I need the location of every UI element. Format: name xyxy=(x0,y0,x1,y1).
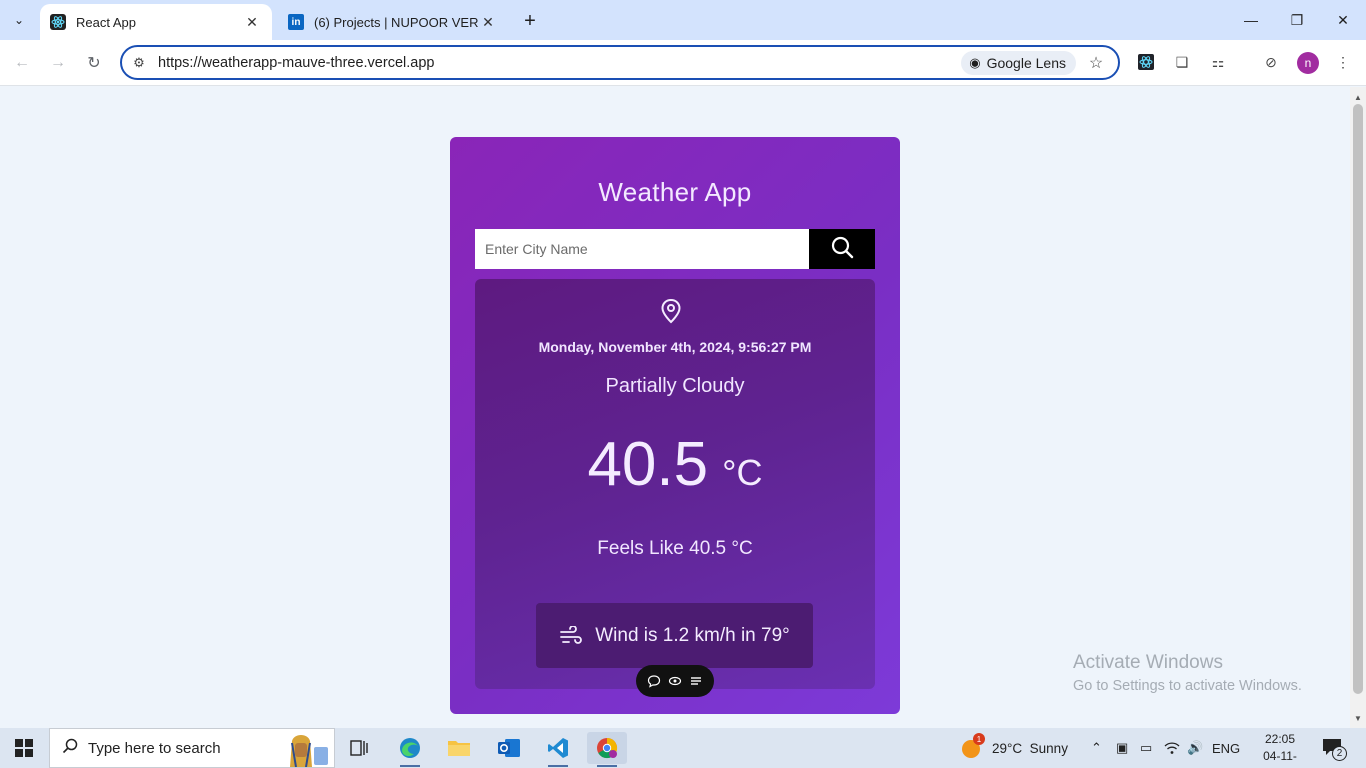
profile-avatar[interactable]: n xyxy=(1297,52,1319,74)
battery-icon[interactable]: ▭ xyxy=(1140,728,1152,768)
site-settings-icon[interactable]: ⚙ xyxy=(130,55,148,71)
lens-label: Google Lens xyxy=(986,54,1066,71)
tab-title: React App xyxy=(76,14,136,30)
feels-like: Feels Like 40.5 °C xyxy=(597,538,753,559)
wind-info: Wind is 1.2 km/h in 79° xyxy=(536,603,813,668)
close-window-icon[interactable]: ✕ xyxy=(1320,0,1366,40)
search-icon xyxy=(830,235,854,264)
temperature-unit: °C xyxy=(722,452,763,493)
wind-text: Wind is 1.2 km/h in 79° xyxy=(595,624,790,646)
lens-icon: ◉ xyxy=(969,54,981,70)
minimize-icon[interactable]: — xyxy=(1228,0,1274,40)
clock-time: 22:05 xyxy=(1264,732,1296,746)
scroll-thumb[interactable] xyxy=(1353,104,1363,694)
scroll-up-arrow-icon[interactable]: ▲ xyxy=(1350,89,1366,105)
page-scrollbar[interactable]: ▲ ▼ xyxy=(1350,87,1366,728)
page-viewport: Weather App Monday, November 4th, 2024, … xyxy=(0,87,1350,728)
search-button[interactable] xyxy=(809,229,875,269)
weather-text: 29°C Sunny xyxy=(992,740,1068,756)
file-explorer-icon[interactable] xyxy=(439,732,479,764)
reload-icon[interactable]: ↻ xyxy=(81,50,107,76)
extension-icon[interactable]: ❏ xyxy=(1170,50,1194,74)
close-tab-icon[interactable]: ✕ xyxy=(242,12,262,32)
bookmark-star-icon[interactable]: ☆ xyxy=(1084,53,1108,73)
scroll-down-arrow-icon[interactable]: ▼ xyxy=(1350,710,1366,726)
puzzle-extensions-icon[interactable]: ⚏ xyxy=(1206,50,1230,74)
notification-count-badge: 2 xyxy=(1332,746,1347,761)
weather-condition: Partially Cloudy xyxy=(605,375,745,397)
taskbar-search-box[interactable]: Type here to search xyxy=(49,728,335,768)
menu-lines-icon[interactable] xyxy=(689,674,703,688)
weather-alert-badge: 1 xyxy=(973,733,985,745)
search-icon xyxy=(62,738,78,758)
google-lens-button[interactable]: ◉ Google Lens xyxy=(961,50,1076,75)
windows-start-button[interactable] xyxy=(0,728,48,768)
pharaoh-search-highlight-icon xyxy=(272,731,330,768)
volume-icon[interactable]: 🔊 xyxy=(1187,728,1203,768)
eye-icon[interactable] xyxy=(668,674,682,688)
comment-icon[interactable] xyxy=(647,674,661,688)
chrome-icon[interactable] xyxy=(587,732,627,767)
show-hidden-icons-chevron-icon[interactable]: ⌃ xyxy=(1091,728,1102,768)
react-icon xyxy=(50,14,66,30)
clock-date: 04-11-2024 xyxy=(1263,749,1297,768)
react-devtools-extension-icon[interactable] xyxy=(1134,50,1158,74)
browser-tab-strip: ⌄ React App ✕ in (6) Projects | NUPOOR V… xyxy=(0,0,1366,40)
weather-card: Weather App Monday, November 4th, 2024, … xyxy=(450,137,900,714)
sun-icon: 1 xyxy=(960,733,985,759)
meet-now-icon[interactable]: ▣ xyxy=(1116,728,1128,768)
notification-center-icon[interactable]: 2 xyxy=(1322,738,1348,761)
input-language[interactable]: ENG xyxy=(1212,728,1240,768)
tab-search-chevron-icon[interactable]: ⌄ xyxy=(6,8,32,32)
watermark-subtitle: Go to Settings to activate Windows. xyxy=(1073,678,1302,694)
app-title: Weather App xyxy=(598,177,752,207)
task-view-icon[interactable] xyxy=(340,732,380,764)
location-pin-icon xyxy=(658,297,684,325)
temperature-value: 40.5 xyxy=(587,430,709,499)
tab-linkedin-projects[interactable]: in (6) Projects | NUPOOR VERMA | ✕ xyxy=(278,4,508,40)
windows-taskbar: Type here to search 1 29°C Sunny ⌃ ▣ ▭ 🔊… xyxy=(0,728,1366,768)
date-time: Monday, November 4th, 2024, 9:56:27 PM xyxy=(538,339,812,355)
forward-icon[interactable]: → xyxy=(45,50,71,76)
new-tab-button[interactable]: + xyxy=(518,9,542,33)
weather-details-panel: Monday, November 4th, 2024, 9:56:27 PM P… xyxy=(475,279,875,689)
taskbar-search-placeholder: Type here to search xyxy=(88,739,221,757)
browser-toolbar: ← → ↻ ⚙ https://weatherapp-mauve-three.v… xyxy=(0,40,1366,86)
city-search-input[interactable] xyxy=(475,229,809,269)
watermark-title: Activate Windows xyxy=(1073,652,1223,673)
close-tab-icon[interactable]: ✕ xyxy=(478,12,498,32)
outlook-icon[interactable] xyxy=(489,732,529,764)
performance-icon[interactable]: ⊘ xyxy=(1259,50,1283,74)
restore-icon[interactable]: ❐ xyxy=(1274,0,1320,40)
tab-react-app[interactable]: React App ✕ xyxy=(40,4,272,40)
tab-title: (6) Projects | NUPOOR VERMA | xyxy=(314,14,478,30)
edge-browser-icon[interactable] xyxy=(390,732,430,767)
vscode-icon[interactable] xyxy=(538,732,578,767)
temperature-display: 40.5 °C xyxy=(475,429,875,500)
linkedin-icon: in xyxy=(288,14,304,30)
back-icon[interactable]: ← xyxy=(9,50,35,76)
activate-windows-watermark: Activate Windows Go to Settings to activ… xyxy=(1073,652,1302,694)
address-bar[interactable]: ⚙ https://weatherapp-mauve-three.vercel.… xyxy=(120,45,1120,80)
wind-icon xyxy=(559,625,583,646)
system-clock[interactable]: 22:05 04-11-2024 xyxy=(1250,731,1310,768)
floating-toolbar xyxy=(636,665,714,697)
weather-widget[interactable]: 1 29°C Sunny xyxy=(960,728,1068,768)
city-search-form xyxy=(475,229,875,269)
more-menu-icon[interactable]: ⋮ xyxy=(1331,50,1355,74)
wifi-icon[interactable] xyxy=(1164,728,1180,768)
url-text[interactable]: https://weatherapp-mauve-three.vercel.ap… xyxy=(158,55,961,71)
